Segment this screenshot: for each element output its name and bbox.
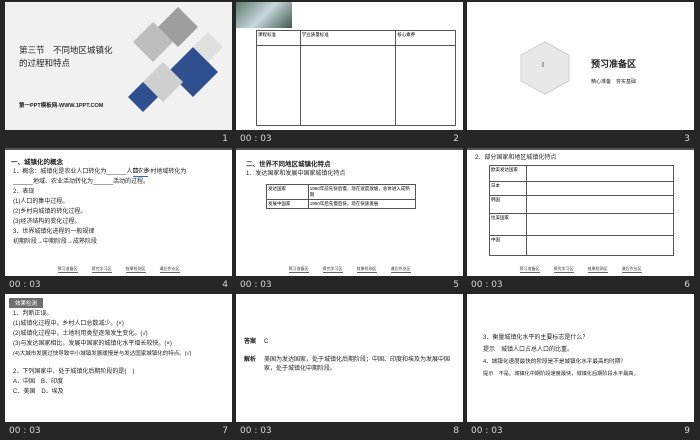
slide-2-number: 2 (453, 134, 459, 144)
text-line: 2．表现 (13, 189, 35, 195)
question-line: (3)与发达国家相比，发展中国家的城镇化水平增长较快。(×) (13, 341, 172, 347)
footer-link[interactable]: 预习准备区 (57, 266, 78, 273)
slide-9-time: 00 : 03 (471, 426, 503, 436)
slide-footer: 预习准备区 探究学习区 效果检测区 课后作业区 (236, 262, 463, 276)
slide-2-time: 00 : 03 (240, 134, 272, 144)
footer-link[interactable]: 探究学习区 (91, 266, 112, 273)
question-line: (4)大城市发展过快导致中小城镇发展缓慢是与发达国家城镇化的特点。(√) (13, 351, 192, 357)
footer-link[interactable]: 课后作业区 (390, 266, 411, 273)
question-line: 3．衡量城镇化水平的主要标志是什么？ (483, 335, 589, 341)
sub-heading: 1．发达国家和发展中国家城镇化特点 (246, 171, 346, 177)
section-heading: 二、世界不同地区城镇化特点 (246, 161, 331, 168)
question-line: (2)城镇化过程中，土地利用类型逐渐发生变化。(√) (13, 331, 148, 337)
table-cell: 1950年前先快后慢，现在速度放缓，总体进入成熟期 (307, 184, 417, 200)
hexagon-icon (520, 41, 570, 95)
slide-footer: 预习准备区 探究学习区 效果检测区 课后作业区 (467, 262, 694, 276)
blank-answer: 非农业 (133, 167, 149, 178)
slide-8-thumbnail[interactable]: 答案 C 解析 美国为发达国家，处于城镇化后期阶段；中国、印度和埃及为发展中国家… (236, 294, 463, 422)
table-cell: 1950年后先慢后快，现在快速发展 (307, 199, 417, 209)
hexagon-label: I (542, 62, 544, 69)
slide-8-number: 8 (453, 426, 459, 436)
slide-5-number: 5 (453, 280, 459, 290)
footer-link[interactable]: 探究学习区 (322, 266, 343, 273)
explain-label: 解析 (244, 357, 257, 363)
slide-2-thumbnail[interactable]: 课程标准 学业质量标准 核心素养 (236, 2, 463, 130)
answer-label: 答案 (244, 339, 257, 345)
slide-1-site: 第一PPT模板网-WWW.1PPT.COM (19, 103, 104, 109)
question-line: 1．判断正误。 (13, 311, 53, 317)
slide-3-number: 3 (684, 134, 690, 144)
section-heading: 一、城镇化的概念 (11, 159, 63, 166)
section-title: 预习准备区 (591, 59, 637, 69)
slide-6-time: 00 : 03 (471, 280, 503, 290)
slide-9-number: 9 (684, 426, 690, 436)
features-table: 发达国家 1950年前先快后慢，现在速度放缓，总体进入成熟期 发展中国家 195… (266, 184, 417, 209)
footer-link[interactable]: 探究学习区 (553, 266, 574, 273)
text-line: (1)人口的集中过程。 (13, 199, 69, 205)
slide-7-number: 7 (222, 426, 228, 436)
slide-6-number: 6 (684, 280, 690, 290)
answer-value: C (264, 339, 269, 345)
option-line: A．中国 B．印度 (13, 379, 64, 385)
table-header: 课程标准 (256, 30, 301, 46)
footer-link[interactable]: 课后作业区 (159, 266, 180, 273)
table-cell: 发达国家 (266, 184, 309, 200)
table-cell: 中国 (489, 235, 527, 256)
explain-text: 美国为发达国家，处于城镇化后期阶段；中国、印度和埃及为发展中国家，处于城镇化中期… (264, 357, 451, 373)
slide-5-time: 00 : 03 (240, 280, 272, 290)
slide-footer: 预习准备区 探究学习区 效果检测区 课后作业区 (5, 262, 232, 276)
slide-4-time: 00 : 03 (9, 280, 41, 290)
slide-1-thumbnail[interactable]: 第三节 不同地区城镇化 的过程和特点 第一PPT模板网-WWW.1PPT.COM (5, 2, 232, 130)
text-line: (2)乡村向城镇的转化过程。 (13, 209, 87, 215)
table-cell: 发展中国家 (266, 199, 309, 209)
slide-6-thumbnail[interactable]: 2．部分国家和地区城镇化特点 欧美发达国家 日本 韩国 拉美国家 中国 预习准备… (467, 148, 694, 276)
table-cell: 拉美国家 (489, 213, 527, 236)
text-line: ______地域、农业活动转化为______活动的过程。 (13, 179, 150, 185)
slide-1-title: 第三节 不同地区城镇化 的过程和特点 (19, 45, 113, 68)
section-subtitle: 精心准备 夯实基础 (591, 79, 637, 85)
curriculum-table: 课程标准 学业质量标准 核心素养 (256, 30, 456, 126)
slide-3-thumbnail[interactable]: I 预习准备区 精心准备 夯实基础 (467, 2, 694, 130)
question-line: 2．下列国家中，处于城镇化后期阶段的是( ) (13, 369, 135, 375)
slide-8-time: 00 : 03 (240, 426, 272, 436)
slide-4-thumbnail[interactable]: 一、城镇化的概念 1．概念：城镇化是农业人口转化为______人口、乡村地域转化… (5, 148, 232, 276)
region-table: 欧美发达国家 日本 韩国 拉美国家 中国 (489, 165, 675, 256)
text-line: (3)经济结构的变化过程。 (13, 219, 81, 225)
slide-5-thumbnail[interactable]: 二、世界不同地区城镇化特点 1．发达国家和发展中国家城镇化特点 发达国家 195… (236, 148, 463, 276)
footer-link[interactable]: 课后作业区 (621, 266, 642, 273)
slide-4-number: 4 (222, 280, 228, 290)
table-header: 学业质量标准 (299, 30, 397, 46)
slide-7-time: 00 : 03 (9, 426, 41, 436)
question-line: (1)城镇化过程中，乡村人口总数减少。(×) (13, 321, 124, 327)
question-line: 4．城镇化速度最快的阶段是不是城镇化水平最高的时期？ (483, 359, 626, 365)
table-cell: 日本 (489, 181, 527, 196)
sub-heading: 2．部分国家和地区城镇化特点 (475, 155, 557, 161)
effect-check-badge: 效果检测 (9, 298, 44, 308)
text-line: 3．世界城镇化进程的一般规律 (13, 229, 95, 235)
hint-line: 提示 不是。城镇化中期阶段速度最快，城镇化后期阶段水平最高。 (483, 371, 639, 377)
footer-link[interactable]: 效果检测区 (125, 266, 146, 273)
footer-link[interactable]: 预习准备区 (519, 266, 540, 273)
diamond-decoration-icon (128, 7, 223, 112)
text-line: 初期阶段→中期阶段→成熟阶段 (13, 239, 98, 245)
footer-link[interactable]: 预习准备区 (288, 266, 309, 273)
slide-7-thumbnail[interactable]: 效果检测 1．判断正误。 (1)城镇化过程中，乡村人口总数减少。(×) (2)城… (5, 294, 232, 422)
slide-9-thumbnail[interactable]: 3．衡量城镇化水平的主要标志是什么？ 提示 城镇人口占总人口的比重。 4．城镇化… (467, 294, 694, 422)
slide-1-number: 1 (222, 134, 228, 144)
waterfall-image (236, 2, 292, 28)
table-cell: 欧美发达国家 (489, 165, 527, 182)
text-line: 1．概念：城镇化是农业人口转化为______人口、乡村地域转化为 (13, 169, 187, 175)
footer-link[interactable]: 效果检测区 (356, 266, 377, 273)
footer-link[interactable]: 效果检测区 (587, 266, 608, 273)
table-header: 核心素养 (395, 30, 456, 46)
hint-line: 提示 城镇人口占总人口的比重。 (483, 347, 574, 353)
table-cell: 韩国 (489, 195, 527, 214)
option-line: C．美国 D．埃及 (13, 389, 64, 395)
